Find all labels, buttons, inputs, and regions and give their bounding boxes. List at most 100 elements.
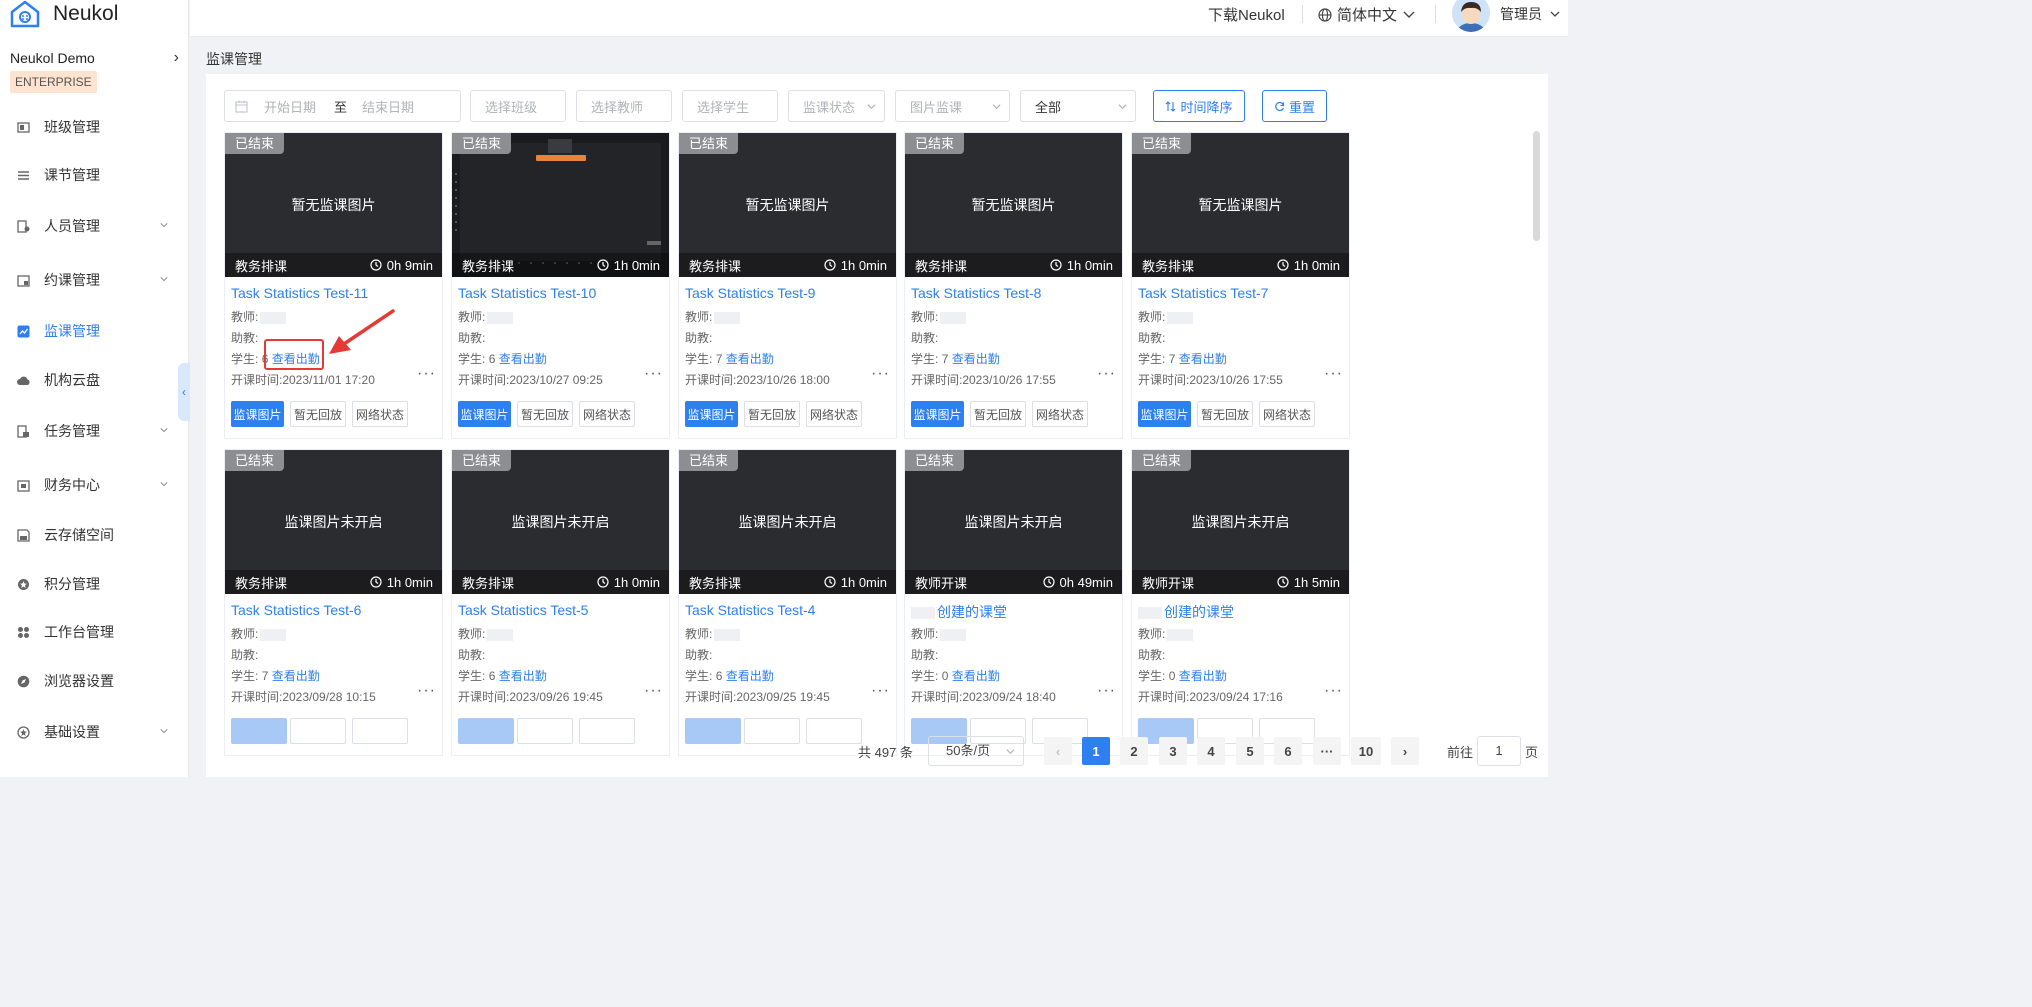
page-button[interactable]: 10 [1351, 737, 1381, 765]
page-size-select[interactable]: 50条/页 [928, 736, 1024, 766]
language-selector[interactable]: 简体中文 [1318, 4, 1421, 25]
view-attendance-link[interactable]: 查看出勤 [499, 669, 547, 683]
lesson-title-link[interactable]: Task Statistics Test-6 [231, 602, 361, 618]
view-attendance-link[interactable]: 查看出勤 [952, 669, 1000, 683]
sidebar-item[interactable]: 约课管理 [0, 265, 188, 295]
more-icon[interactable]: ··· [871, 366, 890, 382]
student-select[interactable]: 选择学生 [682, 90, 778, 122]
view-attendance-link[interactable]: 查看出勤 [1179, 352, 1227, 366]
monitor-images-button[interactable]: 监课图片 [458, 401, 511, 427]
teacher-select[interactable]: 选择教师 [576, 90, 672, 122]
lesson-thumbnail[interactable]: 暂无监课图片 已结束 教务排课 1h 0min [679, 133, 896, 277]
more-icon[interactable]: ··· [871, 683, 890, 699]
playback-button[interactable]: 暂无回放 [1197, 401, 1253, 427]
sort-time-desc-button[interactable]: 时间降序 [1153, 90, 1245, 122]
playback-button[interactable]: 暂无回放 [744, 401, 800, 427]
reset-button[interactable]: 重置 [1262, 90, 1327, 122]
lesson-thumbnail[interactable]: 暂无监课图片 已结束 教务排课 1h 0min [1132, 133, 1349, 277]
playback-button[interactable] [744, 718, 800, 744]
sidebar-item[interactable]: 积分管理 [0, 569, 188, 599]
monitor-images-button[interactable] [685, 718, 741, 744]
sidebar-item[interactable]: 课节管理 [0, 160, 188, 190]
sidebar-item[interactable]: 工作台管理 [0, 617, 188, 647]
sidebar-item[interactable]: 人员管理 [0, 211, 188, 241]
page-button[interactable]: 5 [1236, 737, 1264, 765]
page-button[interactable]: 2 [1120, 737, 1148, 765]
network-status-button[interactable] [806, 718, 862, 744]
view-attendance-link[interactable]: 查看出勤 [726, 669, 774, 683]
more-icon[interactable]: ··· [1324, 683, 1343, 699]
page-button[interactable]: 6 [1274, 737, 1302, 765]
scope-select[interactable]: 全部 [1020, 90, 1136, 122]
lesson-thumbnail[interactable]: 监课图片未开启 已结束 教务排课 1h 0min [452, 450, 669, 594]
avatar[interactable] [1452, 0, 1490, 32]
lesson-title-link[interactable]: 创建的课堂 [1138, 602, 1234, 622]
playback-button[interactable] [290, 718, 346, 744]
sidebar-item[interactable]: 监课管理 [0, 316, 188, 346]
monitor-status-select[interactable]: 监课状态 [788, 90, 885, 122]
playback-button[interactable]: 暂无回放 [970, 401, 1026, 427]
network-status-button[interactable] [579, 718, 635, 744]
lesson-title-link[interactable]: Task Statistics Test-10 [458, 285, 596, 301]
network-status-button[interactable]: 网络状态 [579, 401, 635, 427]
lesson-title-link[interactable]: Task Statistics Test-5 [458, 602, 588, 618]
monitor-images-button[interactable]: 监课图片 [231, 401, 284, 427]
monitor-images-button[interactable]: 监课图片 [1138, 401, 1191, 427]
org-switcher[interactable]: Neukol Demo › [10, 49, 179, 67]
end-date-input[interactable]: 结束日期 [362, 97, 414, 116]
prev-page-button[interactable]: ‹ [1044, 737, 1072, 765]
download-link[interactable]: 下载Neukol [1208, 4, 1285, 25]
sidebar-item[interactable]: 班级管理 [0, 112, 188, 142]
lesson-title-link[interactable]: Task Statistics Test-8 [911, 285, 1041, 301]
more-icon[interactable]: ··· [417, 683, 436, 699]
more-icon[interactable]: ··· [644, 683, 663, 699]
class-select[interactable]: 选择班级 [470, 90, 566, 122]
sidebar-collapse-button[interactable]: ‹ [178, 363, 190, 421]
more-icon[interactable]: ··· [1324, 366, 1343, 382]
network-status-button[interactable]: 网络状态 [352, 401, 408, 427]
view-attendance-link[interactable]: 查看出勤 [1179, 669, 1227, 683]
user-menu[interactable]: 管理员 [1500, 4, 1560, 24]
lesson-title-link[interactable]: Task Statistics Test-4 [685, 602, 815, 618]
more-icon[interactable]: ··· [1097, 366, 1116, 382]
lesson-title-link[interactable]: Task Statistics Test-9 [685, 285, 815, 301]
page-button[interactable]: 3 [1159, 737, 1187, 765]
view-attendance-link[interactable]: 查看出勤 [499, 352, 547, 366]
sidebar-item[interactable]: 机构云盘 [0, 365, 188, 395]
monitor-images-button[interactable]: 监课图片 [911, 401, 964, 427]
network-status-button[interactable]: 网络状态 [1259, 401, 1315, 427]
network-status-button[interactable]: 网络状态 [1032, 401, 1088, 427]
next-page-button[interactable]: › [1391, 737, 1419, 765]
view-attendance-link[interactable]: 查看出勤 [272, 669, 320, 683]
lesson-thumbnail[interactable]: 暂无监课图片 已结束 教务排课 0h 9min [225, 133, 442, 277]
network-status-button[interactable]: 网络状态 [806, 401, 862, 427]
image-monitor-select[interactable]: 图片监课 [895, 90, 1010, 122]
date-range-picker[interactable]: 开始日期 至 结束日期 [224, 90, 461, 122]
playback-button[interactable]: 暂无回放 [517, 401, 573, 427]
lesson-thumbnail[interactable]: 监课图片未开启 已结束 教务排课 1h 0min [679, 450, 896, 594]
playback-button[interactable] [517, 718, 573, 744]
sidebar-item[interactable]: 浏览器设置 [0, 666, 188, 696]
more-icon[interactable]: ··· [417, 366, 436, 382]
view-attendance-link[interactable]: 查看出勤 [726, 352, 774, 366]
sidebar-item[interactable]: 基础设置 [0, 717, 188, 747]
page-button[interactable]: 1 [1082, 737, 1110, 765]
monitor-images-button[interactable] [458, 718, 514, 744]
goto-page-input[interactable]: 1 [1477, 736, 1521, 766]
lesson-title-link[interactable]: Task Statistics Test-11 [231, 285, 368, 301]
lesson-title-link[interactable]: 创建的课堂 [911, 602, 1007, 622]
lesson-thumbnail[interactable]: 监课图片未开启 已结束 教师开课 1h 5min [1132, 450, 1349, 594]
vertical-scrollbar[interactable] [1533, 131, 1540, 241]
more-pages-button[interactable]: ··· [1313, 737, 1341, 765]
lesson-thumbnail[interactable]: 暂无监课图片 已结束 教务排课 1h 0min [905, 133, 1122, 277]
lesson-thumbnail[interactable]: 已结束 教务排课 1h 0min [452, 133, 669, 277]
lesson-title-link[interactable]: Task Statistics Test-7 [1138, 285, 1268, 301]
sidebar-item[interactable]: 财务中心 [0, 470, 188, 500]
monitor-images-button[interactable]: 监课图片 [685, 401, 738, 427]
more-icon[interactable]: ··· [644, 366, 663, 382]
view-attendance-link[interactable]: 查看出勤 [952, 352, 1000, 366]
lesson-thumbnail[interactable]: 监课图片未开启 已结束 教务排课 1h 0min [225, 450, 442, 594]
playback-button[interactable]: 暂无回放 [290, 401, 346, 427]
more-icon[interactable]: ··· [1097, 683, 1116, 699]
page-button[interactable]: 4 [1197, 737, 1225, 765]
